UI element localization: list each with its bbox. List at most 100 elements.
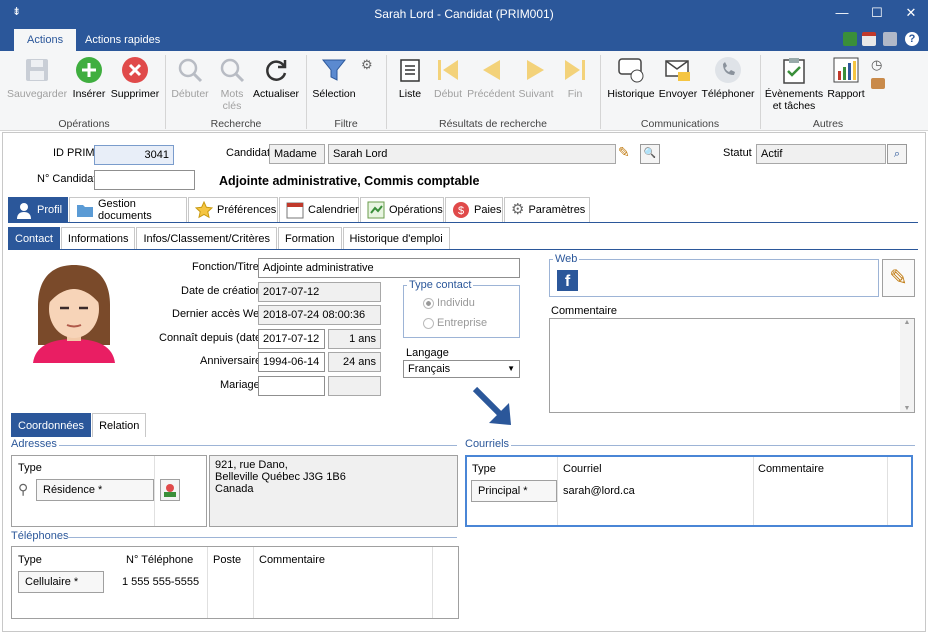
tab-relation[interactable]: Relation	[92, 413, 147, 437]
emails-title: Courriels	[465, 438, 510, 450]
emails-header-email: Courriel	[563, 463, 602, 475]
phone-button[interactable]: Téléphoner	[700, 55, 756, 100]
group-operations: Opérations	[58, 118, 110, 130]
tab-documents[interactable]: Gestion documents	[69, 197, 187, 222]
search-candidate-icon[interactable]: 🔍	[640, 144, 660, 164]
function-input[interactable]: Adjointe administrative	[258, 258, 520, 278]
birthday-label: Anniversaire	[200, 355, 262, 367]
candidate-number-input[interactable]	[94, 170, 195, 190]
window-title: Sarah Lord - Candidat (PRIM001)	[374, 7, 554, 21]
list-button[interactable]: Liste	[392, 55, 428, 100]
lock-icon[interactable]	[883, 32, 897, 46]
maximize-button[interactable]: ☐	[862, 2, 892, 24]
status-field[interactable]: Actif	[756, 144, 886, 164]
tab-calendar[interactable]: Calendrier	[279, 197, 359, 222]
insert-button[interactable]: Insérer	[70, 55, 108, 100]
comment-textarea[interactable]: ▲ ▼	[549, 318, 915, 413]
candidate-name-field[interactable]: Sarah Lord	[328, 144, 616, 164]
coord-tabs: Coordonnées Relation	[11, 413, 911, 437]
refresh-icon	[261, 55, 291, 85]
facebook-icon[interactable]: f	[557, 270, 578, 291]
edit-web-button[interactable]: ✎	[882, 259, 915, 297]
calendar-icon[interactable]	[862, 32, 876, 46]
email-address[interactable]: sarah@lord.ca	[563, 485, 635, 497]
minimize-button[interactable]: —	[827, 2, 857, 24]
calculator-icon[interactable]	[843, 32, 857, 46]
chevron-down-icon: ▼	[507, 364, 515, 373]
group-others: Autres	[812, 118, 844, 130]
tab-actions[interactable]: Actions	[14, 29, 77, 51]
tab-parametres[interactable]: ⚙ Paramètres	[504, 197, 590, 222]
events-tasks-button[interactable]: Évènements et tâches	[764, 55, 824, 112]
inbox-icon[interactable]	[871, 78, 885, 89]
creation-date-field: 2017-07-12	[258, 282, 381, 302]
known-since-years: 1 ans	[328, 329, 381, 349]
salutation-field[interactable]: Madame	[269, 144, 325, 164]
last-button[interactable]: Fin	[558, 55, 592, 100]
start-search-button[interactable]: Débuter	[168, 55, 212, 100]
known-since-input[interactable]: 2017-07-12	[258, 329, 325, 349]
language-select[interactable]: Français ▼	[403, 360, 520, 378]
id-field[interactable]: 3041	[94, 145, 174, 165]
arrow-right-icon	[521, 55, 551, 85]
tab-quick-actions[interactable]: Actions rapides	[72, 29, 173, 51]
status-search-icon[interactable]: ⌕	[887, 144, 907, 164]
tab-contact[interactable]: Contact	[8, 227, 60, 249]
comment-scrollbar[interactable]: ▲ ▼	[900, 319, 914, 412]
function-label: Fonction/Titre	[192, 261, 259, 273]
contact-type-group	[403, 285, 520, 338]
id-label: ID PRIM	[53, 147, 95, 159]
previous-button[interactable]: Précédent	[466, 55, 516, 100]
contact-enterprise-radio[interactable]: Entreprise	[423, 317, 487, 329]
address-line-3: Canada	[215, 483, 254, 495]
svg-text:$: $	[458, 205, 464, 217]
avatar[interactable]	[23, 259, 125, 363]
keywords-button[interactable]: Mots clés	[214, 55, 250, 112]
send-button[interactable]: Envoyer	[658, 55, 698, 100]
tab-historique-emploi[interactable]: Historique d'emploi	[342, 227, 450, 249]
web-title: Web	[553, 253, 580, 265]
refresh-button[interactable]: Actualiser	[250, 55, 302, 100]
emails-header-comment: Commentaire	[758, 463, 825, 475]
tab-formation[interactable]: Formation	[278, 227, 342, 249]
skip-first-icon	[433, 55, 463, 85]
emails-grid: Type Courriel Commentaire Principal * sa…	[465, 455, 913, 527]
phone-number[interactable]: 1 555 555-5555	[122, 576, 199, 588]
tab-informations[interactable]: Informations	[60, 227, 136, 249]
tab-paies[interactable]: $ Paies	[445, 197, 503, 222]
delete-button[interactable]: Supprimer	[108, 55, 162, 100]
tab-coordonnees[interactable]: Coordonnées	[11, 413, 92, 437]
tab-operations[interactable]: Opérations	[360, 197, 444, 222]
next-button[interactable]: Suivant	[516, 55, 556, 100]
address-type-field[interactable]: Résidence *	[36, 479, 154, 501]
list-icon	[395, 55, 425, 85]
filter-settings-icon[interactable]: ⚙	[361, 57, 373, 73]
clock-icon[interactable]: ◷	[871, 57, 882, 73]
language-label: Langage	[406, 347, 449, 359]
floppy-icon	[22, 55, 52, 85]
edit-pencil-icon[interactable]: ✎	[618, 144, 636, 164]
age-field: 24 ans	[328, 352, 381, 372]
tab-classement[interactable]: Infos/Classement/Critères	[136, 227, 277, 249]
report-button[interactable]: Rapport	[824, 55, 868, 100]
history-button[interactable]: Historique	[604, 55, 658, 100]
phone-type-field[interactable]: Cellulaire *	[18, 571, 104, 593]
sub-tabs: Contact Informations Infos/Classement/Cr…	[8, 227, 918, 250]
email-type-field[interactable]: Principal *	[471, 480, 557, 502]
ribbon-tab-bar: Actions Actions rapides ?	[0, 27, 928, 51]
contact-individual-radio[interactable]: Individu	[423, 297, 475, 309]
last-web-access-field: 2018-07-24 08:00:36	[258, 305, 381, 325]
help-icon[interactable]: ?	[905, 32, 919, 46]
known-since-label: Connaît depuis (date)	[159, 332, 265, 344]
candidate-label: Candidat	[226, 147, 271, 159]
tab-profil[interactable]: Profil	[8, 197, 68, 222]
address-display: 921, rue Dano, Belleville Québec J3G 1B6…	[209, 455, 458, 527]
marriage-input[interactable]	[258, 376, 325, 396]
map-icon[interactable]	[160, 479, 180, 501]
save-button[interactable]: Sauvegarder	[6, 55, 68, 100]
tab-preferences[interactable]: Préférences	[188, 197, 278, 222]
close-button[interactable]: ✕	[896, 2, 926, 24]
first-button[interactable]: Début	[430, 55, 466, 100]
birthday-input[interactable]: 1994-06-14	[258, 352, 325, 372]
selection-filter-button[interactable]: Sélection	[310, 55, 358, 100]
